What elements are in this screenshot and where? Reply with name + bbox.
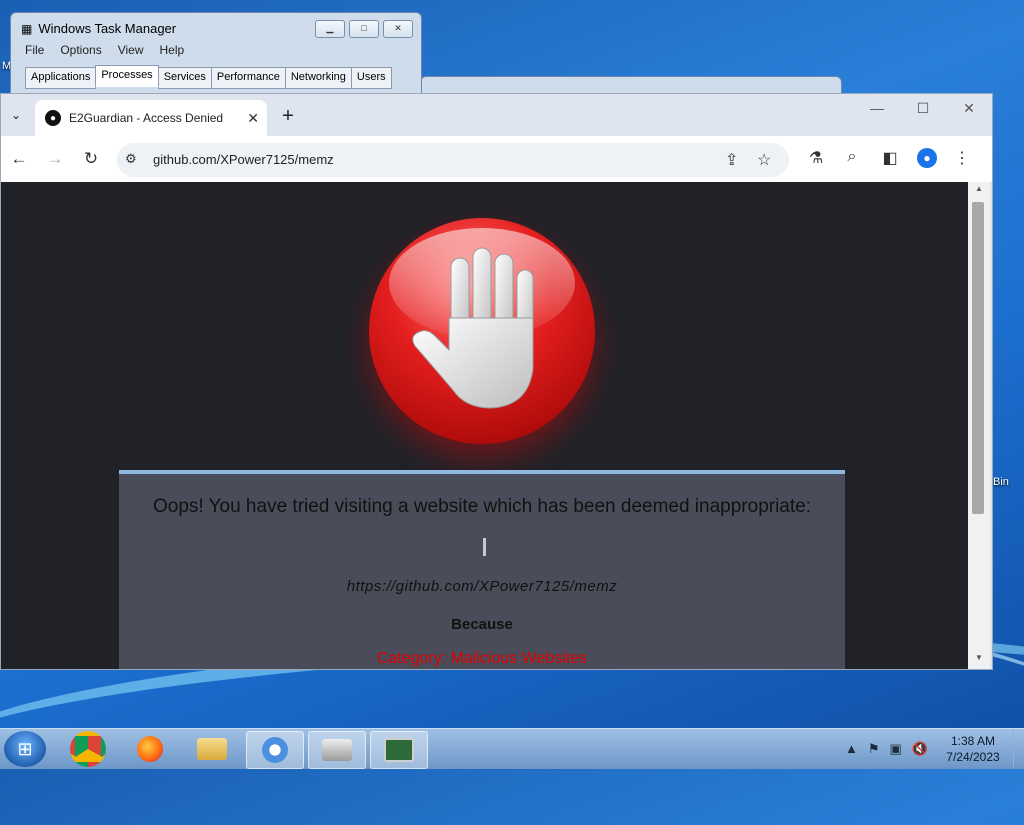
- printer-icon: [322, 739, 352, 761]
- tab-performance[interactable]: Performance: [210, 67, 286, 89]
- labs-flask-icon[interactable]: ⚗: [805, 148, 827, 168]
- share-icon[interactable]: ⇪: [725, 150, 738, 170]
- scroll-up-arrow-icon[interactable]: ▲: [968, 184, 990, 198]
- tab-users[interactable]: Users: [350, 67, 392, 89]
- menu-help[interactable]: Help: [160, 43, 185, 57]
- site-info-icon[interactable]: ⚙: [125, 151, 137, 167]
- profile-avatar-icon[interactable]: ●: [917, 148, 937, 168]
- browser-toolbar: ← → ↻ ⚙ github.com/XPower7125/memz ⇪ ☆ ⚗…: [1, 136, 992, 182]
- access-denied-message: Oops! You have tried visiting a website …: [119, 470, 845, 669]
- block-category: Category: Malicious Websites: [376, 650, 588, 667]
- tab-processes[interactable]: Processes: [95, 65, 159, 87]
- menu-options[interactable]: Options: [60, 43, 101, 57]
- back-arrow-icon[interactable]: ←: [7, 148, 31, 172]
- taskbar-clock[interactable]: 1:38 AM 7/24/2023: [934, 733, 1012, 765]
- folder-icon: [197, 738, 227, 760]
- task-manager-icon: ▦: [21, 21, 33, 36]
- clock-date: 7/24/2023: [946, 750, 1000, 764]
- menu-kebab-icon[interactable]: ⋮: [951, 148, 973, 168]
- tab-networking[interactable]: Networking: [284, 67, 352, 89]
- show-desktop-button[interactable]: [1013, 729, 1024, 769]
- because-label: Because: [451, 616, 513, 633]
- task-manager-titlebar[interactable]: ▦ Windows Task Manager: [21, 21, 176, 36]
- taskbar-firefox[interactable]: [122, 731, 178, 767]
- system-tray: ▲ ⚑ ▣ 🔇: [845, 741, 928, 757]
- network-icon[interactable]: ▣: [890, 741, 902, 757]
- action-center-flag-icon[interactable]: ⚑: [868, 741, 880, 757]
- tab-strip[interactable]: ⌄ ● E2Guardian - Access Denied ✕ + — ☐ ✕: [1, 94, 992, 136]
- github-icon: ●: [45, 110, 61, 126]
- tab-applications[interactable]: Applications: [25, 67, 97, 89]
- vertical-scrollbar[interactable]: ▲ ▼: [968, 182, 990, 669]
- task-manager-title: Windows Task Manager: [38, 21, 177, 36]
- taskbar-chromium[interactable]: [246, 731, 304, 769]
- chrome-icon: [70, 731, 106, 767]
- tab-title: E2Guardian - Access Denied: [69, 111, 224, 125]
- page-content: Oops! You have tried visiting a website …: [1, 182, 968, 669]
- minimize-button[interactable]: ▁: [315, 20, 345, 38]
- reload-icon[interactable]: ↻: [79, 148, 103, 172]
- page-title: Oops! You have tried visiting a website …: [152, 496, 812, 517]
- window-close-button[interactable]: ✕: [946, 94, 992, 122]
- firefox-icon: [137, 736, 163, 762]
- url-text[interactable]: github.com/XPower7125/memz: [153, 152, 334, 167]
- show-hidden-icons-chevron-icon[interactable]: ▲: [845, 741, 858, 757]
- browser-window[interactable]: ⌄ ● E2Guardian - Access Denied ✕ + — ☐ ✕…: [0, 93, 993, 670]
- taskbar-explorer[interactable]: [184, 731, 240, 767]
- recycle-bin-label[interactable]: Bin: [993, 476, 1009, 488]
- clock-time: 1:38 AM: [950, 734, 996, 748]
- new-tab-button[interactable]: +: [275, 104, 301, 130]
- stop-hand-icon: [369, 218, 595, 444]
- tab-close-icon[interactable]: ✕: [247, 110, 259, 127]
- scroll-thumb[interactable]: [972, 202, 984, 514]
- blocked-url: https://github.com/XPower7125/memz: [346, 578, 618, 595]
- menu-file[interactable]: File: [25, 43, 44, 57]
- side-panel-icon[interactable]: ◧: [879, 148, 901, 168]
- taskbar-printer[interactable]: [308, 731, 366, 769]
- address-bar[interactable]: ⚙ github.com/XPower7125/memz ⇪ ☆: [117, 143, 789, 177]
- taskbar-chrome[interactable]: [60, 731, 116, 767]
- hand-shape: [412, 247, 534, 409]
- forward-arrow-icon[interactable]: →: [43, 148, 67, 172]
- browser-tab[interactable]: ● E2Guardian - Access Denied ✕: [35, 100, 267, 136]
- chromium-icon: [262, 737, 288, 763]
- bookmark-star-icon[interactable]: ☆: [757, 150, 771, 170]
- maximize-button[interactable]: □: [349, 20, 379, 38]
- window-minimize-button[interactable]: —: [854, 94, 900, 122]
- window-maximize-button[interactable]: ☐: [900, 94, 946, 122]
- menu-view[interactable]: View: [118, 43, 144, 57]
- close-button[interactable]: ✕: [383, 20, 413, 38]
- task-manager-taskbar-icon: [384, 738, 414, 762]
- start-button[interactable]: ⊞: [4, 731, 46, 767]
- volume-muted-icon[interactable]: 🔇: [912, 741, 928, 757]
- taskbar-task-manager[interactable]: [370, 731, 428, 769]
- text-cursor: [483, 538, 486, 556]
- search-icon[interactable]: ⌕: [841, 148, 863, 166]
- tab-search-chevron-icon[interactable]: ⌄: [5, 104, 27, 126]
- scroll-down-arrow-icon[interactable]: ▼: [968, 653, 990, 667]
- taskbar: ⊞ ▲ ⚑ ▣ 🔇 1:38 AM 7/24/2023: [0, 728, 1024, 769]
- tab-services[interactable]: Services: [157, 67, 212, 89]
